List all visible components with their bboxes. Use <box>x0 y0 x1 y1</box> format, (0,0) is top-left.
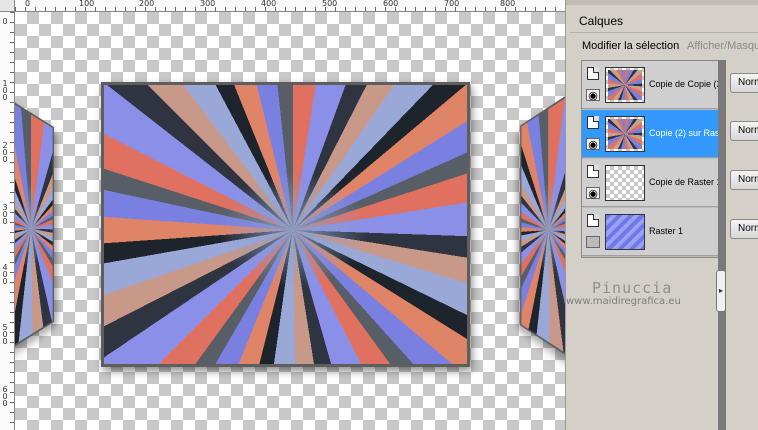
ruler-label: 700 <box>444 0 460 8</box>
blend-mode-button[interactable]: Normal <box>730 219 758 239</box>
show-hide-button[interactable]: Afficher/Masquer <box>687 40 758 52</box>
eye-icon[interactable]: ◉ <box>586 236 600 248</box>
ruler-label: 0 <box>2 17 8 26</box>
ruler-corner <box>0 0 15 12</box>
layer-name: Raster 1 <box>649 226 684 236</box>
blend-mode-button[interactable]: Normal <box>730 121 758 141</box>
layer-name: Copie de Raster 1 <box>649 177 722 187</box>
panel-scrollbar[interactable] <box>718 60 726 430</box>
layer-doc-icon <box>587 214 599 227</box>
ruler-ticks <box>15 7 565 11</box>
layer-doc-icon <box>587 67 599 80</box>
eye-icon[interactable]: ◉ <box>586 187 600 200</box>
blend-mode-button[interactable]: Normal <box>730 170 758 190</box>
ruler-vertical[interactable]: 0 100 200 300 400 500 600 <box>0 12 15 430</box>
ruler-label: 100 <box>2 79 8 102</box>
layer-doc-icon <box>587 165 599 178</box>
modify-selection-button[interactable]: Modifier la sélection <box>582 40 679 52</box>
ruler-label: 300 <box>2 203 8 226</box>
ruler-label: 200 <box>139 0 155 8</box>
reflection-right-image <box>520 82 565 369</box>
chevron-right-icon[interactable]: ▸ <box>716 270 726 312</box>
image-canvas[interactable] <box>15 12 565 430</box>
ruler-label: 0 <box>25 0 31 8</box>
ruler-label: 600 <box>383 0 399 8</box>
panel-grip[interactable] <box>566 0 758 5</box>
watermark-name: Pinuccia <box>592 279 673 297</box>
layer-row[interactable]: ◉ Copie de Copie (2 <box>582 61 723 109</box>
layer-list: ◉ Copie de Copie (2 ◉ Copie (2) sur Rast… <box>581 60 724 258</box>
blend-mode-button[interactable]: Normal <box>730 73 758 93</box>
layer-row[interactable]: ◉ Copie de Raster 1 <box>582 159 723 207</box>
watermark-url: www.maidiregrafica.eu <box>566 296 681 307</box>
layer-thumbnail <box>605 165 645 201</box>
reflection-left-image <box>15 91 54 358</box>
ruler-label: 300 <box>200 0 216 8</box>
ruler-label: 400 <box>2 263 8 286</box>
ruler-label: 800 <box>500 0 516 8</box>
layer-thumbnail <box>605 67 645 103</box>
ruler-label: 400 <box>261 0 277 8</box>
ruler-label: 100 <box>79 0 95 8</box>
ruler-label: 500 <box>322 0 338 8</box>
ruler-ticks <box>10 12 14 430</box>
ruler-label: 600 <box>2 385 8 408</box>
ruler-label: 200 <box>2 141 8 164</box>
divider <box>570 32 758 33</box>
layer-thumbnail <box>605 214 645 250</box>
eye-icon[interactable]: ◉ <box>586 89 600 102</box>
layer-row-selected[interactable]: ◉ Copie (2) sur Raster <box>582 110 723 158</box>
layer-name: Copie de Copie (2 <box>649 79 722 89</box>
layer-thumbnail <box>605 116 645 152</box>
ruler-horizontal[interactable]: 0 100 200 300 400 500 600 700 800 <box>0 0 565 12</box>
eye-icon[interactable]: ◉ <box>586 138 600 151</box>
main-image <box>101 82 470 367</box>
layers-panel: Calques Modifier la sélection Afficher/M… <box>565 0 758 430</box>
layer-name: Copie (2) sur Raster <box>649 128 723 138</box>
layer-row[interactable]: ◉ Raster 1 <box>582 208 723 256</box>
panel-title: Calques <box>579 14 624 28</box>
ruler-label: 500 <box>2 323 8 346</box>
layer-doc-icon <box>587 116 599 129</box>
